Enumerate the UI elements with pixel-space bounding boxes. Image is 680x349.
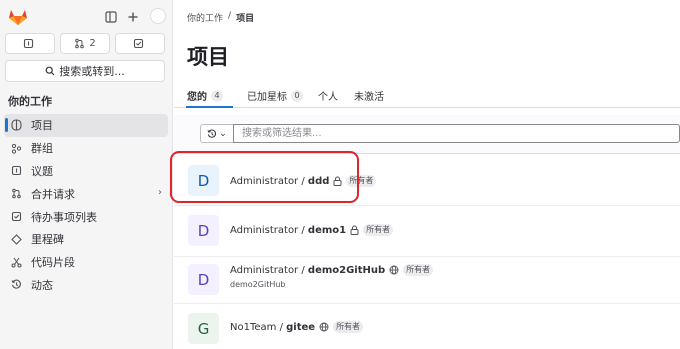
project-title: Administrator / demo1 所有者 (230, 224, 394, 236)
sidebar-item-snippets[interactable]: 代码片段 (4, 251, 168, 274)
search-label: 搜索或转到... (59, 65, 125, 78)
tab-starred[interactable]: 已加星标 0 (247, 88, 303, 103)
tab-label: 您的 (187, 92, 207, 103)
project-row[interactable]: D Administrator / demo2GitHub 所有者 demo2G… (174, 257, 680, 304)
breadcrumb-separator: / (228, 11, 232, 21)
project-name-link[interactable]: demo1 (308, 225, 346, 236)
snippet-icon (10, 256, 22, 268)
project-avatar[interactable]: G (188, 313, 219, 344)
sidebar-item-label: 合并请求 (31, 187, 75, 201)
role-badge: 所有者 (363, 224, 394, 236)
lock-icon (350, 225, 359, 235)
group-icon (10, 142, 22, 154)
sidebar-item-label: 代码片段 (31, 256, 75, 270)
sidebar-item-groups[interactable]: 群组 (4, 137, 168, 160)
tab-count-badge: 4 (211, 89, 223, 102)
globe-icon (389, 265, 399, 275)
merge-requests-count: 2 (89, 38, 96, 49)
project-namespace: Administrator / (230, 224, 308, 236)
project-namespace: Administrator / (230, 175, 308, 187)
merge-request-icon (75, 38, 85, 49)
counter-buttons: 2 (5, 33, 165, 54)
sidebar-item-activity[interactable]: 动态 (4, 274, 168, 297)
milestone-icon (10, 233, 22, 245)
sidebar-item-label: 动态 (31, 278, 53, 292)
project-namespace: Administrator / (230, 264, 308, 276)
tab-label: 个人 (318, 92, 338, 103)
project-avatar[interactable]: D (188, 215, 219, 246)
merge-request-icon (10, 188, 22, 200)
tab-personal[interactable]: 个人 (318, 88, 338, 103)
sidebar-heading: 你的工作 (8, 95, 52, 108)
activity-icon (10, 279, 22, 291)
project-name-link[interactable]: gitee (286, 322, 315, 333)
role-badge: 所有者 (403, 264, 434, 276)
issues-counter-button[interactable] (5, 33, 55, 54)
chevron-right-icon: › (158, 187, 162, 199)
filter-search-input[interactable]: 搜索或筛选结果... (233, 124, 680, 143)
main-content: 你的工作 / 项目 项目 您的 4 已加星标 0 个人 未激活 ⌄ 搜索或筛选结… (174, 0, 680, 349)
todos-counter-button[interactable] (115, 33, 165, 54)
search-history-dropdown[interactable]: ⌄ (200, 124, 234, 143)
project-tabs: 您的 4 已加星标 0 个人 未激活 (174, 83, 680, 108)
project-icon (10, 119, 22, 131)
sidebar-nav: 项目 群组 议题 合并请求 › 待办事项列表 里程碑 代码片段 动态 (4, 114, 168, 296)
tab-yours[interactable]: 您的 4 (187, 88, 223, 103)
search-or-goto-button[interactable]: 搜索或转到... (5, 60, 165, 82)
project-row[interactable]: G No1Team / gitee 所有者 (174, 304, 680, 349)
plus-icon[interactable] (124, 8, 142, 26)
breadcrumb: 你的工作 / 项目 (187, 11, 254, 24)
project-avatar[interactable]: D (188, 264, 219, 295)
globe-icon (319, 322, 329, 332)
project-title: Administrator / demo2GitHub 所有者 (230, 264, 434, 276)
role-badge: 所有者 (333, 321, 364, 333)
breadcrumb-current: 项目 (236, 14, 255, 24)
history-icon (207, 129, 217, 138)
user-avatar[interactable] (150, 8, 166, 24)
merge-requests-counter-button[interactable]: 2 (60, 33, 110, 54)
sidebar-item-milestones[interactable]: 里程碑 (4, 228, 168, 251)
sidebar-item-label: 项目 (31, 119, 53, 133)
project-name-link[interactable]: demo2GitHub (308, 265, 385, 276)
lock-icon (333, 176, 342, 186)
sidebar-item-todos[interactable]: 待办事项列表 (4, 205, 168, 228)
sidebar-item-projects[interactable]: 项目 (4, 114, 168, 137)
sidebar-item-label: 里程碑 (31, 233, 64, 247)
search-icon (45, 66, 55, 76)
sidebar-item-merge-requests[interactable]: 合并请求 › (4, 182, 168, 205)
todo-icon (133, 38, 143, 49)
project-row[interactable]: D Administrator / demo1 所有者 (174, 206, 680, 257)
tab-inactive[interactable]: 未激活 (354, 88, 384, 103)
tab-label: 未激活 (354, 92, 384, 103)
sidebar-item-label: 待办事项列表 (31, 210, 97, 224)
role-badge: 所有者 (346, 175, 377, 187)
project-description: demo2GitHub (230, 280, 286, 289)
sidebar-item-issues[interactable]: 议题 (4, 160, 168, 183)
tab-label: 已加星标 (247, 92, 287, 103)
sidebar-toggle-icon[interactable] (102, 8, 120, 26)
gitlab-logo-icon[interactable] (8, 8, 28, 26)
chevron-down-icon: ⌄ (219, 128, 227, 139)
project-namespace: No1Team / (230, 321, 287, 333)
project-avatar[interactable]: D (188, 165, 219, 196)
page-title: 项目 (187, 45, 229, 69)
sidebar-top-bar (8, 8, 166, 26)
active-tab-indicator (186, 106, 233, 108)
project-name-link[interactable]: ddd (308, 176, 329, 187)
filter-bar: ⌄ 搜索或筛选结果... (174, 115, 680, 154)
sidebar-item-label: 群组 (31, 142, 53, 156)
issues-icon (10, 165, 22, 177)
project-row[interactable]: D Administrator / ddd 所有者 (174, 155, 680, 206)
todo-icon (10, 211, 22, 223)
breadcrumb-parent-link[interactable]: 你的工作 (187, 11, 223, 24)
sidebar: 2 搜索或转到... 你的工作 项目 群组 议题 合并请求 › 待办事项列表 里… (0, 0, 173, 349)
tab-count-badge: 0 (291, 89, 303, 102)
sidebar-item-label: 议题 (31, 164, 53, 178)
project-title: Administrator / ddd 所有者 (230, 175, 377, 187)
issues-icon (23, 38, 33, 49)
project-title: No1Team / gitee 所有者 (230, 321, 364, 333)
